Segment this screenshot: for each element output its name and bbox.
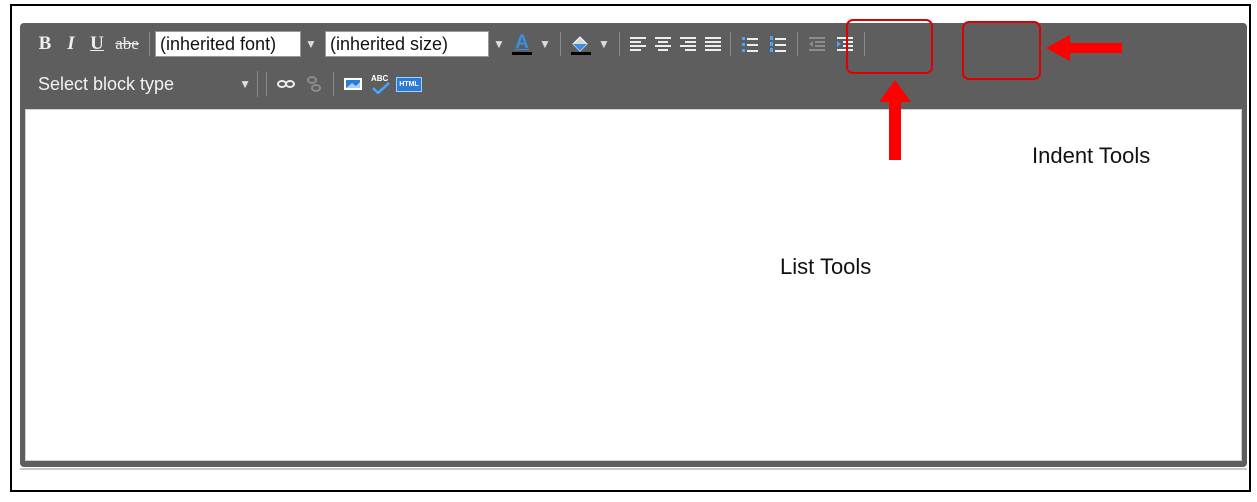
toolbar-separator: [730, 32, 731, 56]
chevron-down-icon: ▼: [239, 77, 251, 91]
highlight-color-button[interactable]: [566, 32, 594, 56]
bulleted-list-button[interactable]: [736, 32, 764, 56]
font-size-select[interactable]: (inherited size): [325, 31, 489, 57]
indent-tools-highlight-box: [962, 21, 1041, 80]
numbered-list-icon: [770, 36, 786, 52]
toolbar-separator: [797, 32, 798, 56]
indent-tools-label: Indent Tools: [1032, 143, 1151, 168]
toolbar-row-insert: Select block type ▼ ABC HTML: [32, 71, 423, 97]
outdent-icon: [809, 37, 825, 51]
spellcheck-icon: ABC: [370, 74, 392, 94]
insert-link-button[interactable]: [272, 72, 300, 96]
rich-text-editor: B I U abe (inherited font) ▼ (inherited …: [20, 23, 1247, 467]
bulleted-list-icon: [742, 37, 758, 52]
block-type-select[interactable]: Select block type ▼: [32, 71, 258, 97]
toolbar-separator: [149, 32, 150, 56]
spellcheck-button[interactable]: ABC: [367, 72, 395, 96]
arrow-left-icon: [1046, 35, 1122, 61]
html-source-button[interactable]: HTML: [395, 72, 423, 96]
insert-image-button[interactable]: [339, 72, 367, 96]
numbered-list-button[interactable]: [764, 32, 792, 56]
align-left-button[interactable]: [625, 32, 650, 56]
text-color-dropdown-arrow[interactable]: ▼: [535, 31, 555, 57]
align-right-button[interactable]: [675, 32, 700, 56]
align-left-icon: [629, 37, 646, 51]
font-family-dropdown-arrow[interactable]: ▼: [301, 31, 321, 57]
toolbar-separator: [266, 72, 267, 96]
list-tools-highlight-box: [846, 19, 933, 74]
align-center-icon: [654, 37, 671, 51]
underline-button[interactable]: U: [84, 32, 110, 56]
toolbar-separator: [560, 32, 561, 56]
text-color-letter: A: [515, 31, 529, 53]
highlight-color-dropdown-arrow[interactable]: ▼: [594, 31, 614, 57]
align-justify-icon: [704, 37, 721, 51]
align-center-button[interactable]: [650, 32, 675, 56]
remove-link-button[interactable]: [300, 72, 328, 96]
align-right-icon: [679, 37, 696, 51]
list-tools-label: List Tools: [780, 254, 872, 279]
text-color-swatch: [512, 51, 532, 55]
divider: [20, 468, 1247, 470]
align-justify-button[interactable]: [700, 32, 725, 56]
arrow-up-icon: [879, 80, 911, 160]
font-family-select[interactable]: (inherited font): [155, 31, 301, 57]
text-color-button[interactable]: A: [509, 32, 535, 56]
strikethrough-button[interactable]: abe: [110, 32, 144, 56]
font-size-dropdown-arrow[interactable]: ▼: [489, 31, 509, 57]
link-icon: [277, 80, 295, 88]
image-icon: [344, 78, 362, 90]
unlink-icon: [307, 76, 321, 92]
italic-button[interactable]: I: [58, 32, 84, 56]
html-icon: HTML: [396, 76, 422, 92]
block-type-value: Select block type: [38, 73, 175, 94]
bold-button[interactable]: B: [32, 32, 58, 56]
toolbar-separator: [333, 72, 334, 96]
paint-bucket-icon: [571, 36, 591, 55]
toolbar-separator: [619, 32, 620, 56]
outdent-button[interactable]: [803, 32, 831, 56]
toolbar-row-formatting: B I U abe (inherited font) ▼ (inherited …: [32, 31, 870, 57]
